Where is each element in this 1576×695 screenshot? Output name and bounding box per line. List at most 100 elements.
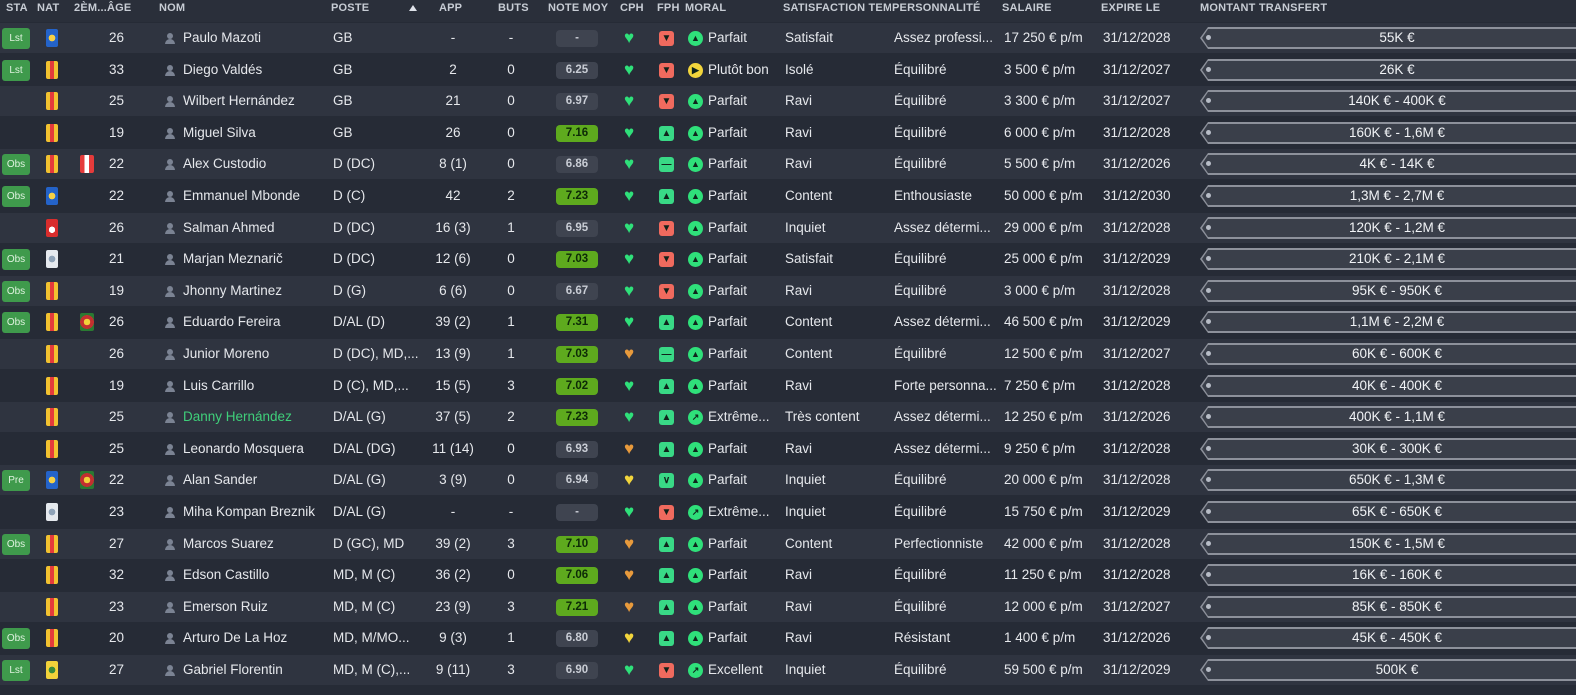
player-name-link[interactable]: Diego Valdés bbox=[183, 55, 323, 85]
table-row[interactable]: 32 Edson Castillo MD, M (C) 36 (2) 0 7.06 ♥ ▲ ▲ P… bbox=[0, 560, 1576, 590]
player-name-link[interactable]: Eduardo Fereira bbox=[183, 307, 323, 337]
match-sharpness-icon[interactable]: ▲ bbox=[659, 442, 674, 457]
transfer-value-bar[interactable]: 30K € - 300K € bbox=[1200, 438, 1576, 460]
player-name-link[interactable]: Edson Castillo bbox=[183, 560, 323, 590]
match-sharpness-icon[interactable]: ▲ bbox=[659, 600, 674, 615]
status-badge[interactable]: Lst bbox=[2, 60, 30, 81]
player-name-link[interactable]: Emmanuel Mbonde bbox=[183, 181, 323, 211]
table-row[interactable]: Obs 26 Eduardo Fereira D/AL (D) 39 (2) 1 7.31 ♥… bbox=[0, 307, 1576, 337]
condition-heart-icon[interactable]: ♥ bbox=[622, 345, 636, 362]
condition-heart-icon[interactable]: ♥ bbox=[622, 61, 636, 78]
table-row[interactable]: 19 Luis Carrillo D (C), MD,... 15 (5) 3 7.02 ♥… bbox=[0, 371, 1576, 401]
transfer-value-bar[interactable]: 55K € bbox=[1200, 27, 1576, 49]
col-header-satisfaction[interactable]: SATISFACTION TEM... bbox=[783, 0, 891, 22]
match-sharpness-icon[interactable]: ▲ bbox=[659, 537, 674, 552]
player-name-link[interactable]: Alex Custodio bbox=[183, 149, 323, 179]
transfer-value-bar[interactable]: 1,3M € - 2,7M € bbox=[1200, 185, 1576, 207]
nationality-flag-icon[interactable] bbox=[46, 566, 58, 584]
condition-heart-icon[interactable]: ♥ bbox=[622, 408, 636, 425]
match-sharpness-icon[interactable]: ▼ bbox=[659, 663, 674, 678]
nationality-flag-icon[interactable] bbox=[46, 282, 58, 300]
match-sharpness-icon[interactable]: ▲ bbox=[659, 189, 674, 204]
status-badge[interactable]: Obs bbox=[2, 186, 30, 207]
player-name-link[interactable]: Arturo De La Hoz bbox=[183, 623, 323, 653]
transfer-value-bar[interactable]: 26K € bbox=[1200, 59, 1576, 81]
nationality-flag-icon[interactable] bbox=[46, 155, 58, 173]
match-sharpness-icon[interactable]: — bbox=[659, 347, 674, 362]
col-header-poste[interactable]: POSTE bbox=[331, 0, 391, 22]
nationality-flag-icon[interactable] bbox=[46, 471, 58, 489]
match-sharpness-icon[interactable]: ▼ bbox=[659, 94, 674, 109]
match-sharpness-icon[interactable]: ▼ bbox=[659, 31, 674, 46]
nationality-flag-icon[interactable] bbox=[46, 29, 58, 47]
col-header-cph[interactable]: CPH bbox=[620, 0, 648, 22]
col-header-moral[interactable]: MORAL bbox=[685, 0, 745, 22]
table-row[interactable]: Obs 19 Jhonny Martinez D (G) 6 (6) 0 6.67 ♥ ▼ ▲ Pa… bbox=[0, 276, 1576, 306]
table-row[interactable]: Obs 22 Alex Custodio D (DC) 8 (1) 0 6.86 ♥ — ▲ Par… bbox=[0, 149, 1576, 179]
player-name-link[interactable]: Miha Kompan Breznik bbox=[183, 497, 323, 527]
transfer-value-bar[interactable]: 4K € - 14K € bbox=[1200, 153, 1576, 175]
nationality-flag-icon[interactable] bbox=[46, 598, 58, 616]
nationality-flag-icon[interactable] bbox=[46, 377, 58, 395]
sort-ascending-icon[interactable] bbox=[409, 5, 417, 11]
second-nationality-flag-icon[interactable] bbox=[80, 155, 94, 173]
condition-heart-icon[interactable]: ♥ bbox=[622, 250, 636, 267]
player-name-link[interactable]: Marjan Meznarič bbox=[183, 244, 323, 274]
player-name-link[interactable]: Paulo Mazoti bbox=[183, 23, 323, 53]
condition-heart-icon[interactable]: ♥ bbox=[622, 377, 636, 394]
col-header-expire[interactable]: EXPIRE LE bbox=[1101, 0, 1181, 22]
nationality-flag-icon[interactable] bbox=[46, 250, 58, 268]
table-row[interactable]: Obs 27 Marcos Suarez D (GC), MD 39 (2) 3 7.10 ♥… bbox=[0, 529, 1576, 559]
status-badge[interactable]: Lst bbox=[2, 28, 30, 49]
status-badge[interactable]: Lst bbox=[2, 660, 30, 681]
match-sharpness-icon[interactable]: ▼ bbox=[659, 284, 674, 299]
transfer-value-bar[interactable]: 40K € - 400K € bbox=[1200, 375, 1576, 397]
col-header-app[interactable]: APP bbox=[439, 0, 479, 22]
transfer-value-bar[interactable]: 85K € - 850K € bbox=[1200, 596, 1576, 618]
condition-heart-icon[interactable]: ♥ bbox=[622, 503, 636, 520]
condition-heart-icon[interactable]: ♥ bbox=[622, 535, 636, 552]
table-row[interactable]: Obs 20 Arturo De La Hoz MD, M/MO... 9 (3) 1 6.… bbox=[0, 623, 1576, 653]
player-name-link[interactable]: Miguel Silva bbox=[183, 118, 323, 148]
table-row[interactable]: 19 Miguel Silva GB 26 0 7.16 ♥ ▲ ▲ Parfait Ravi Équ… bbox=[0, 118, 1576, 148]
col-header-age[interactable]: ÂGE bbox=[107, 0, 137, 22]
match-sharpness-icon[interactable]: ▼ bbox=[659, 252, 674, 267]
condition-heart-icon[interactable]: ♥ bbox=[622, 187, 636, 204]
table-row[interactable]: 25 Wilbert Hernández GB 21 0 6.97 ♥ ▼ ▲ Parfait Ra… bbox=[0, 86, 1576, 116]
status-badge[interactable]: Obs bbox=[2, 312, 30, 333]
match-sharpness-icon[interactable]: ▼ bbox=[659, 63, 674, 78]
condition-heart-icon[interactable]: ♥ bbox=[622, 29, 636, 46]
table-row[interactable]: Obs 22 Emmanuel Mbonde D (C) 42 2 7.23 ♥ ▲ ▲ Parfa… bbox=[0, 181, 1576, 211]
table-row[interactable]: 23 Emerson Ruiz MD, M (C) 23 (9) 3 7.21 ♥ ▲ ▲ Par… bbox=[0, 592, 1576, 622]
col-header-nat2[interactable]: 2ÈM... bbox=[74, 0, 106, 22]
status-badge[interactable]: Pre bbox=[2, 470, 30, 491]
table-row[interactable]: 25 Danny Hernández D/AL (G) 37 (5) 2 7.23 ♥ ▲ ↗ E… bbox=[0, 402, 1576, 432]
table-row[interactable]: 26 Junior Moreno D (DC), MD,... 13 (9) 1 7.03… bbox=[0, 339, 1576, 369]
nationality-flag-icon[interactable] bbox=[46, 187, 58, 205]
col-header-salaire[interactable]: SALAIRE bbox=[1002, 0, 1082, 22]
table-row[interactable]: Lst 27 Gabriel Florentin MD, M (C),... 9 (11… bbox=[0, 655, 1576, 685]
transfer-value-bar[interactable]: 16K € - 160K € bbox=[1200, 564, 1576, 586]
col-header-sta[interactable]: STA bbox=[6, 0, 32, 22]
transfer-value-bar[interactable]: 400K € - 1,1M € bbox=[1200, 406, 1576, 428]
col-header-personnalite[interactable]: PERSONNALITÉ bbox=[892, 0, 992, 22]
status-badge[interactable]: Obs bbox=[2, 534, 30, 555]
condition-heart-icon[interactable]: ♥ bbox=[622, 471, 636, 488]
transfer-value-bar[interactable]: 150K € - 1,5M € bbox=[1200, 533, 1576, 555]
player-name-link[interactable]: Marcos Suarez bbox=[183, 529, 323, 559]
nationality-flag-icon[interactable] bbox=[46, 629, 58, 647]
status-badge[interactable]: Obs bbox=[2, 628, 30, 649]
match-sharpness-icon[interactable]: ▲ bbox=[659, 126, 674, 141]
transfer-value-bar[interactable]: 95K € - 950K € bbox=[1200, 280, 1576, 302]
nationality-flag-icon[interactable] bbox=[46, 124, 58, 142]
transfer-value-bar[interactable]: 500K € bbox=[1200, 659, 1576, 681]
nationality-flag-icon[interactable] bbox=[46, 345, 58, 363]
nationality-flag-icon[interactable] bbox=[46, 535, 58, 553]
status-badge[interactable]: Obs bbox=[2, 249, 30, 270]
condition-heart-icon[interactable]: ♥ bbox=[622, 313, 636, 330]
condition-heart-icon[interactable]: ♥ bbox=[622, 629, 636, 646]
nationality-flag-icon[interactable] bbox=[46, 440, 58, 458]
col-header-buts[interactable]: BUTS bbox=[498, 0, 538, 22]
transfer-value-bar[interactable]: 650K € - 1,3M € bbox=[1200, 469, 1576, 491]
player-name-link[interactable]: Salman Ahmed bbox=[183, 213, 323, 243]
